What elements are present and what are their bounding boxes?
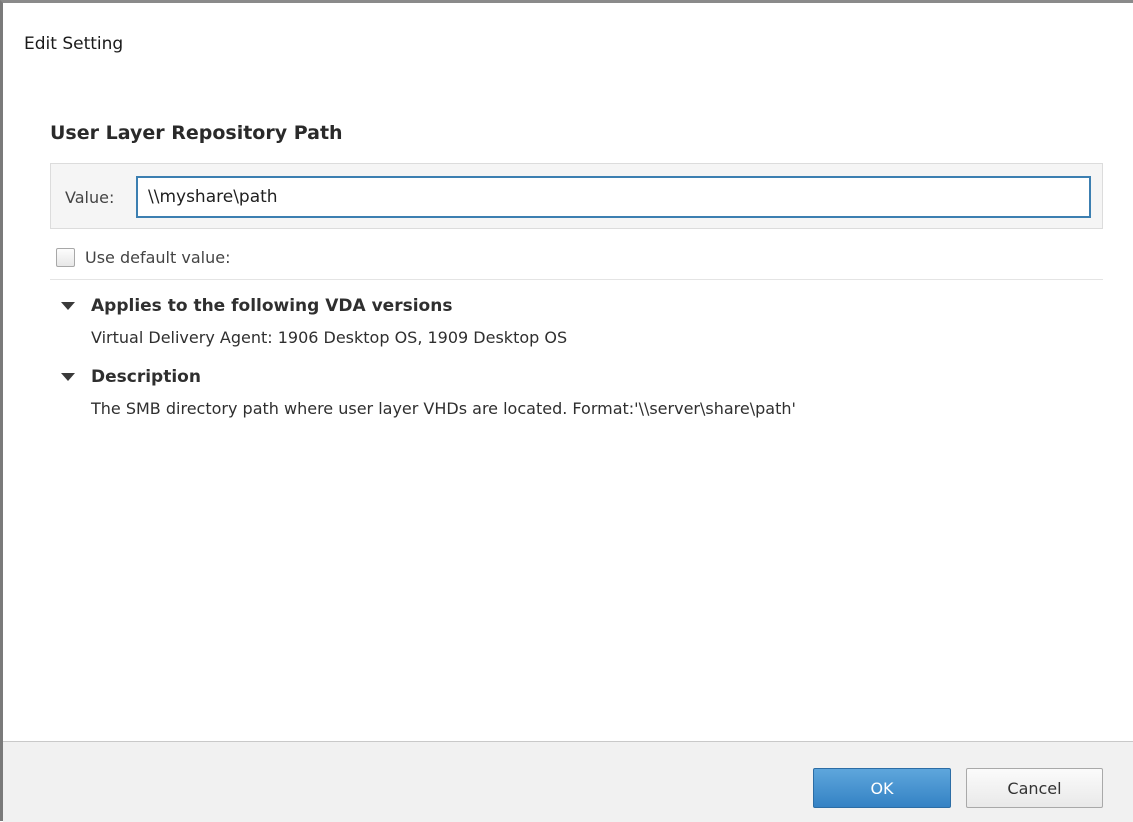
dialog-title: Edit Setting <box>24 34 124 54</box>
value-panel: Value: <box>50 163 1103 229</box>
use-default-checkbox[interactable] <box>56 247 75 267</box>
cancel-button[interactable]: Cancel <box>966 768 1103 808</box>
edit-setting-dialog: Edit Setting User Layer Repository Path … <box>0 0 1133 822</box>
triangle-down-icon <box>61 302 75 310</box>
section-toggle-description[interactable]: Description <box>61 367 201 387</box>
setting-name-heading: User Layer Repository Path <box>50 122 343 144</box>
ok-button[interactable]: OK <box>813 768 951 808</box>
use-default-label: Use default value: <box>85 247 231 267</box>
section-toggle-vda-versions[interactable]: Applies to the following VDA versions <box>61 296 452 316</box>
divider <box>50 279 1103 280</box>
triangle-down-icon <box>61 373 75 381</box>
section-heading-vda-versions: Applies to the following VDA versions <box>91 296 453 316</box>
section-heading-description: Description <box>91 367 201 387</box>
value-label: Value: <box>65 188 115 207</box>
section-text-vda-versions: Virtual Delivery Agent: 1906 Desktop OS,… <box>91 328 568 347</box>
value-input[interactable] <box>136 176 1091 218</box>
dialog-footer: OK Cancel <box>3 741 1133 822</box>
use-default-row[interactable]: Use default value: <box>56 246 230 268</box>
section-text-description: The SMB directory path where user layer … <box>91 399 796 418</box>
